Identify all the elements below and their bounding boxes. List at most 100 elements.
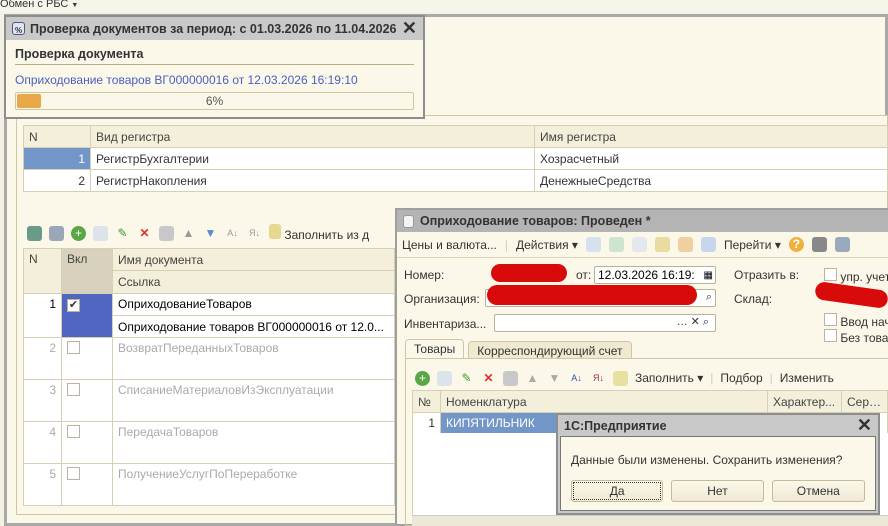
- checkbox[interactable]: [67, 425, 80, 438]
- table-row[interactable]: 2 ВозвратПереданныхТоваров: [23, 337, 395, 380]
- progress-title: Проверка документов за период: с 01.03.2…: [30, 21, 397, 36]
- checkbox-label: упр. учет: [840, 270, 888, 284]
- close-icon[interactable]: ✕: [857, 415, 872, 436]
- cell-doc-name: ПолучениеУслугПоПереработке: [112, 463, 395, 506]
- cell-n: 2: [23, 337, 62, 380]
- checkbox[interactable]: [67, 383, 80, 396]
- cell-enabled[interactable]: [61, 337, 113, 380]
- change-button[interactable]: Изменить: [780, 371, 834, 385]
- edit-icon[interactable]: ✎: [459, 371, 474, 386]
- col-n[interactable]: N: [23, 248, 62, 294]
- cell-num: 1: [412, 412, 441, 434]
- col-register-name[interactable]: Имя регистра: [534, 125, 888, 148]
- cell-n: 4: [23, 421, 62, 464]
- cell-name: ДенежныеСредства: [534, 169, 888, 192]
- fill-from-button[interactable]: Заполнить из д: [269, 224, 369, 242]
- prices-button[interactable]: Цены и валюта...: [402, 238, 497, 252]
- col-doc-name[interactable]: Имя документа: [112, 248, 395, 271]
- delete-icon[interactable]: ✕: [137, 226, 152, 241]
- number-label: Номер:: [404, 268, 445, 282]
- col-register-type[interactable]: Вид регистра: [90, 125, 535, 148]
- tab-corr-account[interactable]: Корреспондирующий счет: [468, 341, 632, 359]
- edit-icon[interactable]: ✎: [115, 226, 130, 241]
- cell-enabled[interactable]: [61, 421, 113, 464]
- copy-doc-icon[interactable]: [631, 237, 647, 252]
- move-down-icon[interactable]: ▼: [203, 226, 218, 241]
- checkbox[interactable]: ✔: [67, 299, 80, 312]
- warehouse-label: Склад:: [734, 292, 773, 306]
- vvod-checkbox[interactable]: Ввод нач: [824, 313, 888, 329]
- copy-icon[interactable]: [93, 225, 108, 241]
- col-nomenclature[interactable]: Номенклатура: [440, 390, 768, 413]
- cell-enabled[interactable]: [61, 379, 113, 422]
- barcode-icon[interactable]: [613, 370, 628, 386]
- help-icon[interactable]: ?: [788, 237, 804, 252]
- table-row[interactable]: 4 ПередачаТоваров: [23, 421, 395, 464]
- checkbox[interactable]: [67, 341, 80, 354]
- add-icon[interactable]: +: [71, 225, 86, 241]
- top-menu[interactable]: Обмен с РБС ▼: [0, 0, 888, 12]
- cell-enabled[interactable]: ✔: [61, 293, 113, 338]
- move-up-icon[interactable]: ▲: [181, 226, 196, 241]
- sort-asc-icon[interactable]: A↓: [225, 226, 240, 241]
- actions-menu[interactable]: Действия ▾: [516, 238, 578, 252]
- settings-list-icon[interactable]: [834, 237, 850, 252]
- bez-checkbox[interactable]: Без това: [824, 329, 888, 345]
- horizontal-scrollbar[interactable]: [412, 515, 888, 526]
- copy-icon[interactable]: [437, 370, 452, 386]
- sort-asc-icon[interactable]: A↓: [569, 371, 584, 386]
- col-num[interactable]: №: [412, 390, 441, 413]
- uncheck-all-icon[interactable]: [49, 225, 64, 241]
- col-n[interactable]: N: [23, 125, 91, 148]
- cell-n: 5: [23, 463, 62, 506]
- table-row[interactable]: 1 РегистрБухгалтерии Хозрасчетный: [23, 147, 888, 170]
- cell-enabled[interactable]: [61, 463, 113, 506]
- close-icon[interactable]: ✕: [402, 18, 417, 39]
- based-on-icon[interactable]: [700, 237, 716, 252]
- delete-icon[interactable]: ✕: [481, 371, 496, 386]
- save-icon[interactable]: [159, 225, 174, 241]
- goods-toolbar: + ✎ ✕ ▲ ▼ A↓ Я↓ Заполнить ▾ | Подбор | Изм…: [415, 369, 834, 387]
- save-icon[interactable]: [503, 370, 518, 386]
- sort-desc-icon[interactable]: Я↓: [591, 371, 606, 386]
- select-button[interactable]: Подбор: [720, 371, 762, 385]
- tab-goods[interactable]: Товары: [405, 339, 465, 359]
- col-enabled[interactable]: Вкл: [61, 248, 113, 294]
- col-series[interactable]: Серия: [841, 390, 888, 413]
- table-row[interactable]: 3 СписаниеМатериаловИзЭксплуатации: [23, 379, 395, 422]
- field-buttons[interactable]: …✕⌕: [677, 315, 712, 329]
- reflect-label: Отразить в:: [734, 268, 800, 282]
- fill-menu[interactable]: Заполнить ▾: [635, 371, 703, 385]
- goto-menu[interactable]: Перейти ▾: [724, 238, 781, 252]
- no-button[interactable]: Нет: [671, 480, 764, 502]
- table-row[interactable]: 1 ✔ ОприходованиеТоваров: [23, 293, 395, 338]
- menu-exchange[interactable]: Обмен с РБС: [0, 0, 68, 10]
- yes-button[interactable]: Да: [571, 480, 664, 502]
- move-down-icon[interactable]: ▼: [547, 371, 562, 386]
- move-up-icon[interactable]: ▲: [525, 371, 540, 386]
- post-close-icon[interactable]: [585, 237, 601, 252]
- inventory-field[interactable]: …✕⌕: [494, 314, 716, 332]
- col-ref[interactable]: Ссылка: [112, 270, 395, 294]
- search-icon[interactable]: ⌕: [706, 291, 712, 304]
- check-all-icon[interactable]: [27, 225, 42, 241]
- cell-n: 1: [23, 147, 91, 170]
- calendar-icon[interactable]: ▦: [704, 270, 715, 281]
- sort-desc-icon[interactable]: Я↓: [247, 226, 262, 241]
- fill-label: Заполнить: [635, 371, 694, 385]
- table-row[interactable]: 2 РегистрНакопления ДенежныеСредства: [23, 169, 888, 192]
- refresh-icon[interactable]: [608, 237, 624, 252]
- post-icon[interactable]: [654, 237, 670, 252]
- table-row[interactable]: 5 ПолучениеУслугПоПереработке: [23, 463, 395, 506]
- add-icon[interactable]: +: [415, 370, 430, 386]
- checkbox[interactable]: [67, 467, 80, 480]
- checkbox-label: Ввод нач: [840, 315, 888, 329]
- date-field[interactable]: 12.03.2026 16:19: ▦: [594, 266, 716, 284]
- unpost-icon[interactable]: [677, 237, 693, 252]
- structure-icon[interactable]: [811, 237, 827, 252]
- cell-ref: Оприходование товаров ВГ000000016 от 12.…: [112, 315, 395, 338]
- progress-bar: 6%: [15, 92, 414, 110]
- cancel-button[interactable]: Отмена: [771, 480, 865, 502]
- upr-checkbox[interactable]: упр. учет: [824, 268, 888, 284]
- col-characteristic[interactable]: Характер...: [767, 390, 842, 413]
